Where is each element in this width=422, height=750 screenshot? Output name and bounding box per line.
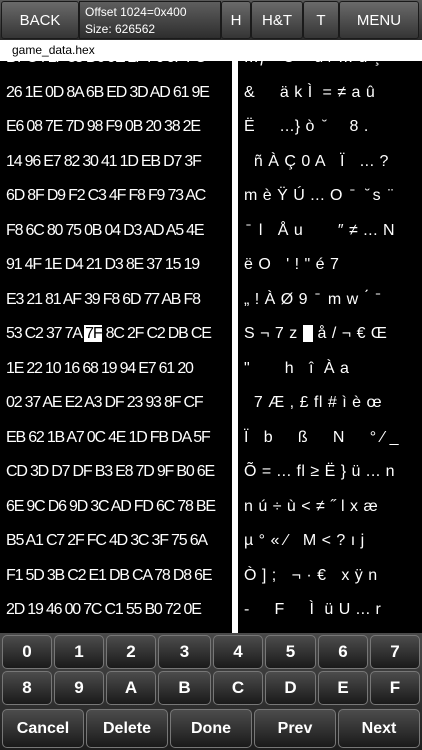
- delete-button[interactable]: Delete: [86, 709, 168, 748]
- hex-row: B5 A1 C7 2F FC 4D 3C 3F 75 6A: [6, 532, 208, 549]
- ascii-row: " h î À a: [244, 359, 350, 377]
- key-5[interactable]: 5: [265, 635, 316, 669]
- hex-pane[interactable]: B7 C4 1F 85 D6 9E 2F F0 9F FC 26 1E 0D 8…: [0, 61, 231, 633]
- key-c[interactable]: C: [213, 671, 263, 705]
- hex-keypad: 0 1 2 3 4 5 6 7 8 9 A B C D E F Cancel D…: [0, 633, 422, 750]
- hex-row: E3 21 81 AF 39 F8 6D 77 AB F8: [6, 290, 201, 308]
- ascii-row: 7 Æ , £ fl # ì è œ: [244, 394, 383, 411]
- done-button[interactable]: Done: [170, 709, 252, 748]
- key-0[interactable]: 0: [2, 635, 52, 669]
- hex-row-selected: 53 C2 37 7A 7F 8C 2F C2 DB CE: [0, 317, 231, 352]
- hex-row: B7 C4 1F 85 D6 9E 2F F0 9F FC: [0, 61, 231, 76]
- ascii-post: å / ¬ € Œ: [312, 325, 388, 342]
- ascii-row: Ï b ß N ° ⁄ _: [244, 428, 400, 446]
- offset-text: Offset 1024=0x400: [85, 5, 187, 19]
- key-a[interactable]: A: [106, 671, 156, 705]
- key-6[interactable]: 6: [318, 635, 368, 669]
- hex-row: CD 3D D7 DF B3 E8 7D 9F B0 6E: [6, 463, 215, 480]
- hex-row: F1 5D 3B C2 E1 DB CA 78 D8 6E: [6, 566, 213, 584]
- ascii-cursor-char[interactable]: [302, 325, 313, 342]
- key-1[interactable]: 1: [54, 635, 104, 669]
- ascii-row: n ú ÷ ù < ≠ ˝ l x æ: [244, 497, 379, 515]
- key-7[interactable]: 7: [370, 635, 420, 669]
- ascii-row: m è Ÿ Ú ... O ̄ ̆ s ̈: [244, 187, 392, 204]
- hex-row: 02 37 AE E2 A3 DF 23 93 8F CF: [6, 394, 204, 411]
- key-3[interactable]: 3: [158, 635, 211, 669]
- hex-text-view-button[interactable]: H&T: [251, 1, 303, 39]
- ascii-row: ...ƒ Ü ÷ ü / ... ü ̧: [240, 61, 422, 76]
- filename-label: game_data.hex: [0, 40, 422, 61]
- ascii-row: ë O ' ! " é 7: [244, 256, 340, 273]
- toolbar: BACK Offset 1024=0x400 Size: 626562 H H&…: [0, 0, 422, 41]
- key-9[interactable]: 9: [54, 671, 104, 705]
- hex-row: 2D 19 46 00 7C C1 55 B0 72 0E: [6, 601, 202, 618]
- size-text: Size: 626562: [85, 22, 156, 36]
- key-2[interactable]: 2: [106, 635, 156, 669]
- ascii-row: „ ! À Ø 9 ̄ m w ́ ̄: [244, 290, 379, 308]
- ascii-row: µ ° « ⁄ M < ? ı j: [244, 532, 365, 549]
- ascii-row: - F Ì ü U ... r: [244, 601, 382, 618]
- prev-button[interactable]: Prev: [254, 709, 336, 748]
- ascii-row: ̄ l Å u ″ ≠ ... N: [244, 221, 396, 239]
- key-d[interactable]: D: [265, 671, 316, 705]
- key-b[interactable]: B: [158, 671, 211, 705]
- hex-row: EB 62 1B A7 0C 4E 1D FB DA 5F: [6, 428, 211, 446]
- ascii-row: ñ À Ç 0 A Ï ... ?: [244, 152, 389, 170]
- hex-row: E6 08 7E 7D 98 F9 0B 20 38 2E: [6, 118, 201, 135]
- offset-display: Offset 1024=0x400 Size: 626562: [79, 1, 221, 39]
- next-button[interactable]: Next: [338, 709, 420, 748]
- hex-row: 6D 8F D9 F2 C3 4F F8 F9 73 AC: [6, 187, 206, 204]
- ascii-row: Õ = ... fl ≥ Ë } ü ... n: [244, 463, 396, 480]
- text-view-button[interactable]: T: [303, 1, 339, 39]
- key-f[interactable]: F: [370, 671, 420, 705]
- key-e[interactable]: E: [318, 671, 368, 705]
- pane-divider: [232, 61, 238, 633]
- hex-row: F8 6C 80 75 0B 04 D3 AD A5 4E: [6, 221, 205, 239]
- key-4[interactable]: 4: [213, 635, 263, 669]
- hex-row: 6E 9C D6 9D 3C AD FD 6C 78 BE: [6, 497, 216, 515]
- ascii-pane[interactable]: ...ƒ Ü ÷ ü / ... ü ̧ & ä k Ì = ≠ a û Ë .…: [240, 61, 422, 633]
- hex-row: 26 1E 0D 8A 6B ED 3D AD 61 9E: [6, 83, 210, 101]
- hex-row: 14 96 E7 82 30 41 1D EB D7 3F: [6, 152, 202, 170]
- ascii-row: Ë ...} ò ̆ 8 .: [244, 118, 369, 135]
- hex-view-button[interactable]: H: [221, 1, 251, 39]
- hex-row: 91 4F 1E D4 21 D3 8E 37 15 19: [6, 256, 200, 273]
- hex-pre: 53 C2 37 7A: [6, 325, 85, 342]
- hex-cursor-byte[interactable]: 7F: [84, 325, 103, 342]
- back-button[interactable]: BACK: [1, 1, 79, 39]
- hex-post: 8C 2F C2 DB CE: [102, 325, 212, 342]
- key-8[interactable]: 8: [2, 671, 52, 705]
- hex-row: 1E 22 10 16 68 19 94 E7 61 20: [6, 359, 194, 377]
- ascii-row: & ä k Ì = ≠ a û: [244, 83, 376, 101]
- ascii-row: Ò ] ; ¬ · € x ÿ n: [244, 566, 378, 584]
- ascii-row-selected: S ¬ 7 z å / ¬ € Œ: [240, 317, 422, 352]
- cancel-button[interactable]: Cancel: [2, 709, 84, 748]
- ascii-pre: S ¬ 7 z: [244, 325, 303, 342]
- menu-button[interactable]: MENU: [339, 1, 419, 39]
